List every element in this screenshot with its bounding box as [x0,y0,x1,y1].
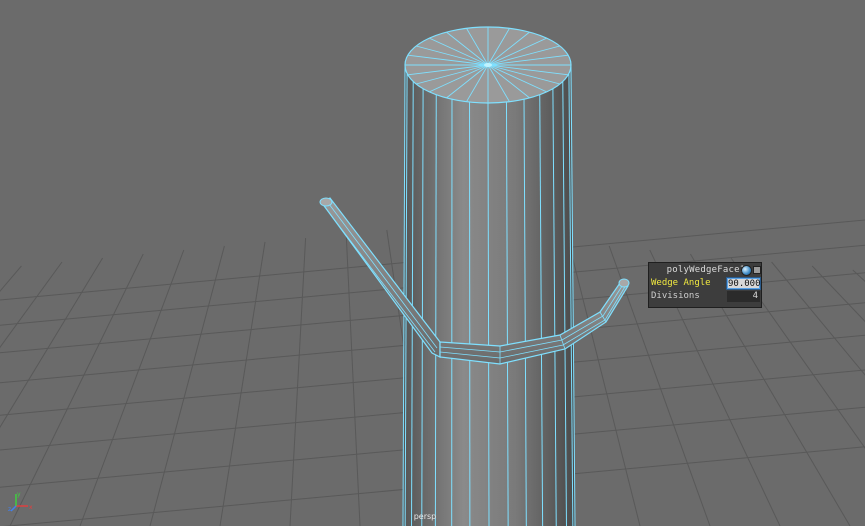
z-axis-label: z [8,506,11,512]
divisions-label: Divisions [651,291,700,301]
wedge-angle-label: Wedge Angle [651,278,711,288]
in-view-editor-panel[interactable]: polyWedgeFace1 Wedge Angle 90.000 Divisi… [648,262,762,308]
x-axis-label: x [29,504,33,511]
divisions-field[interactable]: 4 [727,291,760,302]
divisions-row[interactable]: Divisions 4 [649,291,761,302]
z-axis-icon [10,505,17,512]
close-icon[interactable] [753,266,761,274]
axis-gizmo: x y z [8,490,34,513]
camera-label: persp [413,512,437,521]
help-icon[interactable] [741,265,752,276]
cylinder-mesh[interactable] [402,26,576,526]
y-axis-label: y [17,491,21,498]
wedge-angle-field[interactable]: 90.000 [727,278,761,289]
wedge-angle-row[interactable]: Wedge Angle 90.000 [649,278,761,289]
